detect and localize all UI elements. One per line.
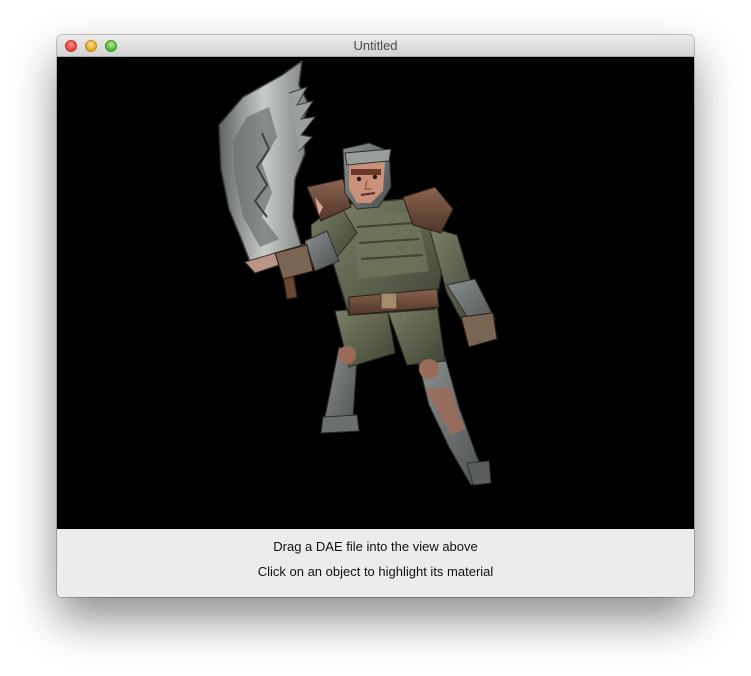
knight-model[interactable] [57,57,694,529]
window-title: Untitled [353,38,398,53]
click-instruction: Click on an object to highlight its mate… [257,564,494,579]
app-window: Untitled Drag a DAE file into the view a… [57,35,694,597]
drag-instruction: Drag a DAE file into the view above [273,539,478,554]
head [342,142,392,210]
scene-view[interactable] [57,57,694,529]
instructions-panel: Drag a DAE file into the view above Clic… [57,529,694,597]
title-bar[interactable]: Untitled [57,35,694,57]
